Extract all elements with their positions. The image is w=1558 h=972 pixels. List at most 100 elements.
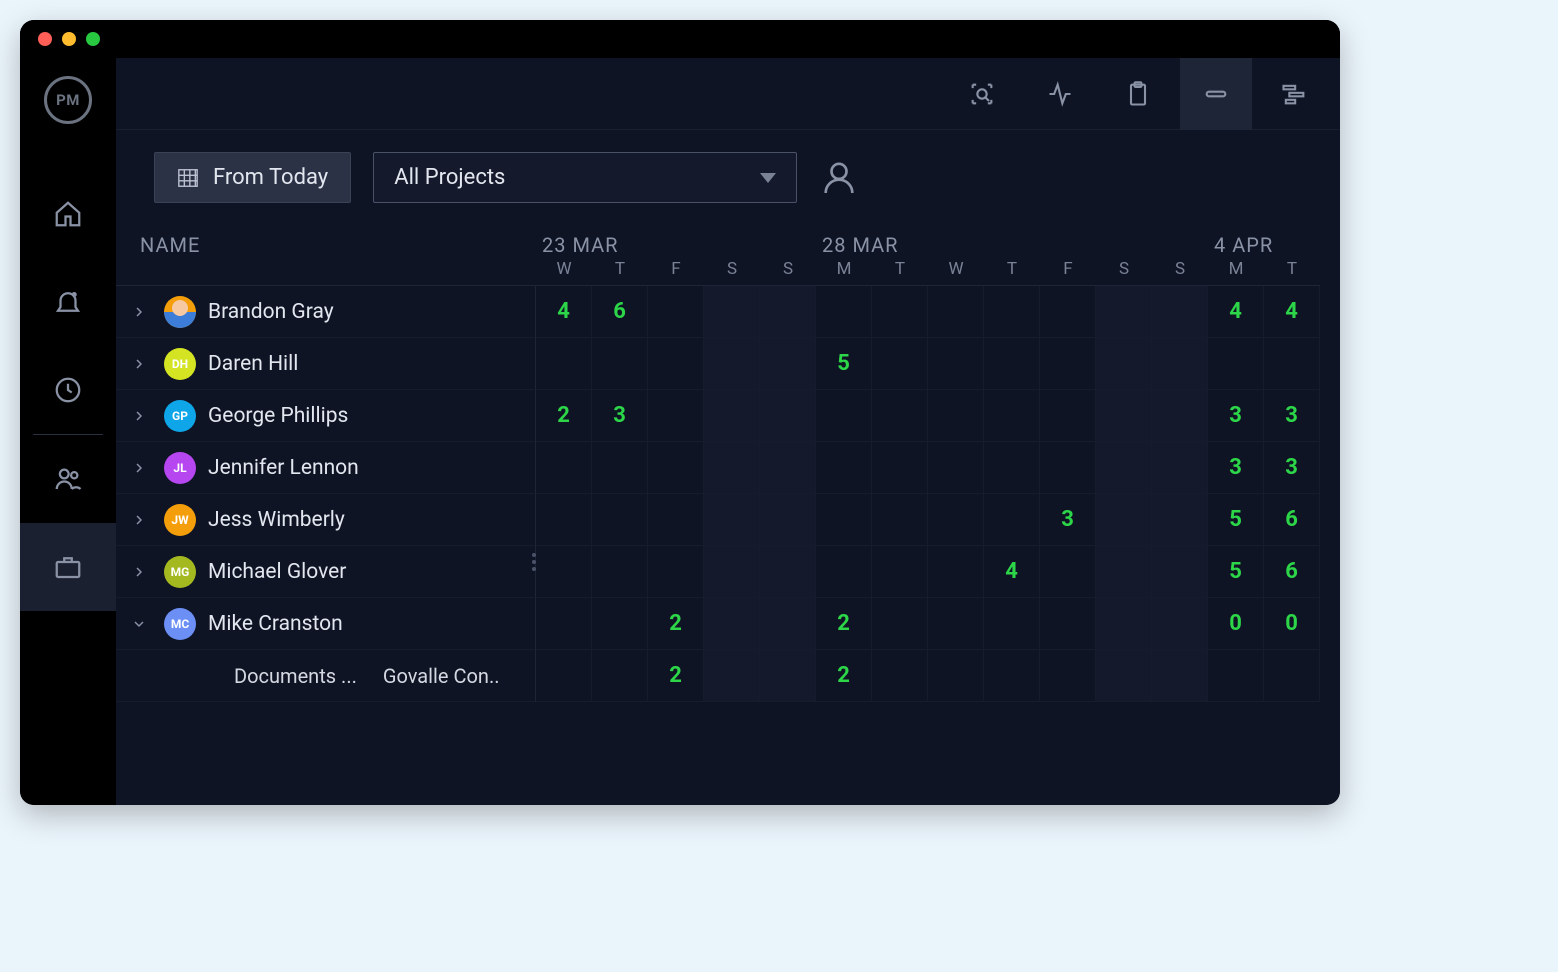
- workload-cell[interactable]: [536, 546, 592, 598]
- workload-cell[interactable]: [1152, 442, 1208, 494]
- workload-cell[interactable]: 2: [816, 650, 872, 702]
- workload-cell[interactable]: [648, 286, 704, 338]
- workload-cell[interactable]: [1208, 338, 1264, 390]
- workload-cell[interactable]: 3: [592, 390, 648, 442]
- workload-cell[interactable]: 2: [816, 598, 872, 650]
- workload-cell[interactable]: [1096, 286, 1152, 338]
- workload-cell[interactable]: [984, 442, 1040, 494]
- expand-toggle[interactable]: [126, 460, 152, 476]
- workload-cell[interactable]: [872, 598, 928, 650]
- workload-cell[interactable]: [536, 338, 592, 390]
- workload-cell[interactable]: [704, 650, 760, 702]
- workload-cell[interactable]: 0: [1264, 598, 1320, 650]
- expand-toggle[interactable]: [126, 616, 152, 632]
- workload-cell[interactable]: [648, 338, 704, 390]
- workload-cell[interactable]: [704, 442, 760, 494]
- project-select[interactable]: All Projects: [373, 152, 797, 203]
- workload-cell[interactable]: 0: [1208, 598, 1264, 650]
- expand-toggle[interactable]: [126, 408, 152, 424]
- workload-cell[interactable]: [536, 598, 592, 650]
- workload-cell[interactable]: 3: [1208, 442, 1264, 494]
- workload-cell[interactable]: [984, 390, 1040, 442]
- workload-cell[interactable]: [816, 390, 872, 442]
- nav-team[interactable]: [20, 435, 116, 523]
- workload-cell[interactable]: [648, 390, 704, 442]
- window-minimize-dot[interactable]: [62, 32, 76, 46]
- workload-cell[interactable]: [872, 338, 928, 390]
- workload-cell[interactable]: [1096, 650, 1152, 702]
- workload-cell[interactable]: 2: [648, 598, 704, 650]
- workload-cell[interactable]: [1096, 390, 1152, 442]
- workload-cell[interactable]: [760, 494, 816, 546]
- workload-cell[interactable]: [984, 338, 1040, 390]
- workload-cell[interactable]: [592, 442, 648, 494]
- workload-cell[interactable]: [536, 494, 592, 546]
- workload-cell[interactable]: [760, 286, 816, 338]
- workload-cell[interactable]: [704, 598, 760, 650]
- workload-cell[interactable]: [872, 442, 928, 494]
- workload-cell[interactable]: [760, 598, 816, 650]
- workload-cell[interactable]: 5: [816, 338, 872, 390]
- workload-cell[interactable]: [1152, 286, 1208, 338]
- workload-cell[interactable]: [984, 598, 1040, 650]
- workload-cell[interactable]: [648, 494, 704, 546]
- workload-cell[interactable]: 3: [1264, 442, 1320, 494]
- window-close-dot[interactable]: [38, 32, 52, 46]
- workload-cell[interactable]: [1152, 390, 1208, 442]
- workload-cell[interactable]: [984, 286, 1040, 338]
- workload-cell[interactable]: [1040, 546, 1096, 598]
- workload-cell[interactable]: [1040, 286, 1096, 338]
- workload-cell[interactable]: [872, 390, 928, 442]
- workload-cell[interactable]: [928, 390, 984, 442]
- workload-cell[interactable]: [928, 650, 984, 702]
- workload-cell[interactable]: [1040, 442, 1096, 494]
- workload-cell[interactable]: [1096, 546, 1152, 598]
- workload-cell[interactable]: 5: [1208, 546, 1264, 598]
- workload-cell[interactable]: [536, 442, 592, 494]
- workload-cell[interactable]: [1040, 338, 1096, 390]
- person-filter-icon[interactable]: [819, 158, 859, 198]
- workload-cell[interactable]: [1040, 598, 1096, 650]
- workload-cell[interactable]: 2: [536, 390, 592, 442]
- workload-cell[interactable]: [704, 286, 760, 338]
- expand-toggle[interactable]: [126, 304, 152, 320]
- workload-cell[interactable]: [760, 650, 816, 702]
- workload-cell[interactable]: [928, 442, 984, 494]
- workload-cell[interactable]: [592, 650, 648, 702]
- workload-cell[interactable]: [1152, 494, 1208, 546]
- workload-cell[interactable]: [1208, 650, 1264, 702]
- workload-cell[interactable]: 4: [536, 286, 592, 338]
- workload-cell[interactable]: [592, 598, 648, 650]
- workload-cell[interactable]: [872, 494, 928, 546]
- workload-cell[interactable]: [704, 546, 760, 598]
- workload-cell[interactable]: 6: [1264, 494, 1320, 546]
- workload-cell[interactable]: [1040, 650, 1096, 702]
- workload-cell[interactable]: 4: [984, 546, 1040, 598]
- workload-cell[interactable]: [816, 546, 872, 598]
- window-maximize-dot[interactable]: [86, 32, 100, 46]
- workload-cell[interactable]: [872, 286, 928, 338]
- expand-toggle[interactable]: [126, 356, 152, 372]
- workload-cell[interactable]: [704, 338, 760, 390]
- workload-cell[interactable]: 6: [592, 286, 648, 338]
- workload-cell[interactable]: 5: [1208, 494, 1264, 546]
- from-today-button[interactable]: From Today: [154, 152, 351, 203]
- view-gantt[interactable]: [1258, 58, 1330, 130]
- workload-cell[interactable]: 6: [1264, 546, 1320, 598]
- workload-cell[interactable]: [928, 598, 984, 650]
- workload-cell[interactable]: [872, 650, 928, 702]
- workload-cell[interactable]: [984, 494, 1040, 546]
- workload-cell[interactable]: [1152, 338, 1208, 390]
- view-zoom[interactable]: [946, 58, 1018, 130]
- workload-cell[interactable]: 2: [648, 650, 704, 702]
- workload-cell[interactable]: [1264, 338, 1320, 390]
- workload-cell[interactable]: [760, 442, 816, 494]
- workload-cell[interactable]: 3: [1264, 390, 1320, 442]
- nav-workload[interactable]: [20, 523, 116, 611]
- workload-cell[interactable]: [704, 390, 760, 442]
- workload-cell[interactable]: [760, 390, 816, 442]
- workload-cell[interactable]: [1096, 338, 1152, 390]
- workload-cell[interactable]: [1096, 442, 1152, 494]
- workload-cell[interactable]: [1152, 598, 1208, 650]
- workload-cell[interactable]: [928, 286, 984, 338]
